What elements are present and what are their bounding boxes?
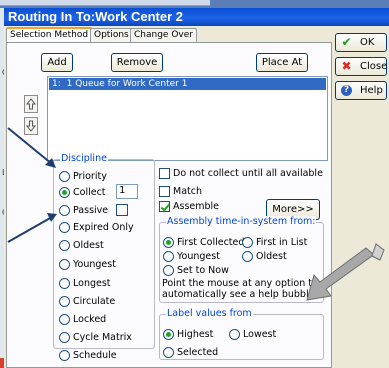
discipline-option-cycle-matrix[interactable]: Cycle Matrix [59, 330, 132, 344]
check-icon: ✔ [341, 35, 352, 49]
assembly-option-oldest[interactable]: Oldest [242, 249, 287, 263]
routing-dialog: Routing In To:Work Center 2 Selection Me… [4, 8, 389, 368]
move-up-button[interactable] [24, 95, 38, 113]
radio-icon [59, 258, 70, 270]
checkbox-label: Do not collect until all available [173, 167, 323, 179]
radio-icon [59, 295, 70, 307]
label-option-lowest[interactable]: Lowest [229, 327, 276, 341]
option-label: Set to Now [177, 264, 229, 276]
match-checkbox[interactable]: Match [159, 184, 202, 198]
collect-quantity-input[interactable]: 1 [116, 184, 138, 199]
assembly-option-set-to-now[interactable]: Set to Now [163, 263, 229, 277]
assembly-time-group-label: Assembly time-in-system from: [166, 216, 317, 227]
ok-button-label: OK [360, 37, 375, 48]
place-at-button[interactable]: Place At [256, 53, 308, 72]
ok-button[interactable]: ✔ OK [335, 33, 387, 52]
discipline-option-priority[interactable]: Priority [59, 169, 107, 183]
option-label: Oldest [73, 239, 104, 251]
radio-icon [59, 204, 70, 216]
checkbox-icon [159, 185, 170, 197]
discipline-option-oldest[interactable]: Oldest [59, 238, 104, 252]
up-arrow-icon [25, 98, 37, 110]
option-label: Lowest [243, 328, 277, 340]
checkbox-label: Match [173, 185, 202, 197]
list-item[interactable]: 1: 1 Queue for Work Center 1 [49, 78, 326, 90]
background-app-bar [0, 0, 389, 8]
list-item-text: 1 Queue for Work Center 1 [66, 79, 188, 89]
option-label: Passive [73, 204, 109, 216]
tab-change-over[interactable]: Change Over [130, 28, 197, 43]
do-not-collect-checkbox[interactable]: Do not collect until all available [159, 166, 323, 180]
option-label: Longest [73, 277, 111, 289]
option-label: Selected [177, 346, 219, 358]
assembly-option-youngest[interactable]: Youngest [163, 249, 220, 263]
tab-options[interactable]: Options [90, 28, 133, 43]
checkbox-label: Assemble [173, 200, 220, 212]
discipline-option-passive[interactable]: Passive [59, 203, 108, 217]
label-values-group-label: Label values from [166, 308, 253, 319]
option-label: First Collected [177, 236, 245, 248]
add-button[interactable]: Add [41, 53, 73, 72]
checkbox-checked-icon [159, 200, 170, 212]
discipline-option-schedule[interactable]: Schedule [59, 348, 117, 362]
option-label: Oldest [256, 250, 287, 262]
discipline-option-expired-only[interactable]: Expired Only [59, 220, 134, 234]
list-item-index: 1: [52, 79, 61, 89]
help-button[interactable]: ? Help [335, 81, 387, 100]
background-app-strip [0, 0, 210, 6]
discipline-option-circulate[interactable]: Circulate [59, 294, 115, 308]
help-icon: ? [341, 85, 352, 96]
option-label: Cycle Matrix [73, 331, 132, 343]
help-hint-text: Point the mouse at any option to automat… [162, 278, 318, 300]
help-button-label: Help [360, 85, 383, 96]
radio-icon [242, 250, 253, 262]
radio-icon [59, 313, 70, 325]
radio-icon [163, 264, 174, 276]
move-down-button[interactable] [24, 117, 38, 135]
passive-checkbox[interactable] [116, 204, 128, 216]
radio-icon [59, 239, 70, 251]
radio-icon [229, 328, 240, 340]
assembly-option-first-in-list[interactable]: First in List [242, 235, 307, 249]
radio-icon [59, 349, 70, 361]
option-label: Priority [73, 170, 107, 182]
option-label: Circulate [73, 295, 116, 307]
radio-icon [163, 346, 174, 358]
radio-icon [59, 221, 70, 233]
checkbox-icon [159, 167, 170, 179]
option-label: Locked [73, 313, 107, 325]
radio-icon [59, 277, 70, 289]
option-label: Schedule [73, 349, 117, 361]
radio-icon [242, 236, 253, 248]
dialog-title[interactable]: Routing In To:Work Center 2 [4, 8, 389, 26]
discipline-group-label: Discipline [60, 153, 108, 164]
close-button-label: Close [360, 61, 388, 72]
label-option-selected[interactable]: Selected [163, 345, 218, 359]
radio-selected-icon [163, 328, 174, 340]
radio-icon [163, 250, 174, 262]
radio-icon [59, 331, 70, 343]
remove-button[interactable]: Remove [111, 53, 163, 72]
radio-selected-icon [59, 186, 70, 198]
radio-selected-icon [163, 236, 174, 248]
close-icon: ✖ [341, 59, 352, 73]
assembly-option-first-collected[interactable]: First Collected [163, 235, 244, 249]
radio-icon [59, 170, 70, 182]
close-button[interactable]: ✖ Close [335, 57, 387, 76]
discipline-option-collect[interactable]: Collect [59, 185, 106, 199]
option-label: Expired Only [73, 221, 134, 233]
routing-list[interactable]: 1: 1 Queue for Work Center 1 [47, 76, 328, 161]
discipline-option-locked[interactable]: Locked [59, 312, 106, 326]
option-label: Highest [177, 328, 214, 340]
option-label: Youngest [177, 250, 220, 262]
option-label: First in List [256, 236, 308, 248]
label-option-highest[interactable]: Highest [163, 327, 213, 341]
down-arrow-icon [25, 120, 37, 132]
option-label: Collect [73, 186, 106, 198]
discipline-option-youngest[interactable]: Youngest [59, 257, 116, 271]
option-label: Youngest [73, 258, 116, 270]
assemble-checkbox[interactable]: Assemble [159, 199, 219, 213]
discipline-option-longest[interactable]: Longest [59, 276, 111, 290]
